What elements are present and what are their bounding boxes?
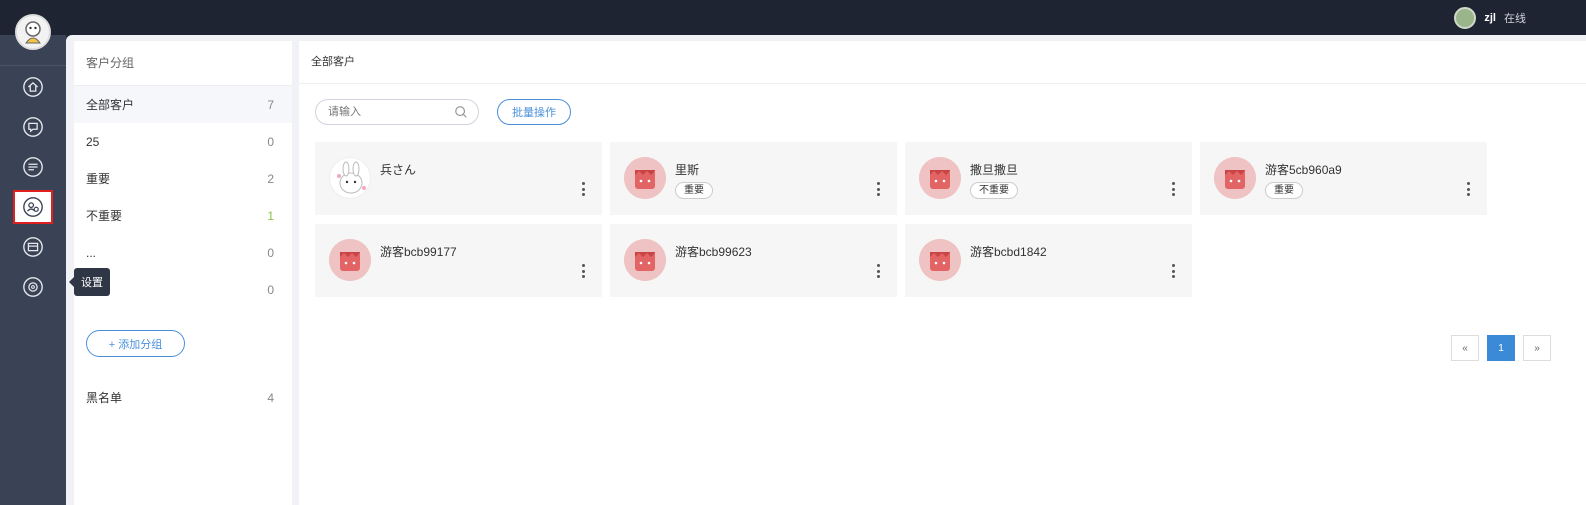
- settings-icon: [23, 277, 43, 297]
- group-count: 4: [267, 390, 274, 405]
- customer-name: 兵さん: [380, 163, 417, 177]
- customer-card[interactable]: 兵さん: [315, 142, 602, 215]
- sidebar-item-settings[interactable]: [0, 267, 66, 307]
- user-area[interactable]: zjl 在线: [1454, 7, 1526, 29]
- user-name: zjl: [1484, 12, 1496, 24]
- group-count: 0: [267, 245, 274, 260]
- content-title: 全部客户: [299, 41, 1586, 84]
- customer-avatar: [1214, 157, 1256, 199]
- customer-card[interactable]: 游客bcbd1842: [905, 224, 1192, 297]
- group-label: 不重要: [86, 209, 123, 223]
- group-count: 2: [267, 171, 274, 186]
- more-options-icon[interactable]: [877, 182, 881, 196]
- customer-card[interactable]: 游客bcb99623: [610, 224, 897, 297]
- customer-name: 游客bcb99177: [380, 245, 457, 259]
- customer-list-panel: 全部客户 批量操作: [299, 41, 1586, 505]
- active-outline: [13, 190, 53, 224]
- sidebar-item-message[interactable]: [0, 147, 66, 187]
- customer-name: 撒旦撒旦: [970, 163, 1019, 177]
- chat-icon: [23, 117, 43, 137]
- group-count: 1: [267, 208, 274, 223]
- group-panel-title: 客户分组: [74, 41, 292, 86]
- customer-avatar: [624, 239, 666, 281]
- group-label: 25: [86, 134, 100, 149]
- sidebar: [0, 35, 66, 505]
- more-options-icon[interactable]: [1172, 264, 1176, 278]
- default-avatar-icon: [919, 239, 961, 281]
- group-label: 黑名单: [86, 391, 123, 405]
- add-group-button[interactable]: + 添加分组: [86, 330, 185, 357]
- pagination: « 1 »: [1443, 335, 1551, 361]
- customer-name: 游客bcbd1842: [970, 245, 1047, 259]
- group-count: 7: [267, 97, 274, 112]
- top-bar: zjl 在线: [0, 0, 1586, 35]
- message-icon: [23, 157, 43, 177]
- default-avatar-icon: [919, 157, 961, 199]
- group-item-blacklist[interactable]: 黑名单 4: [74, 379, 292, 416]
- batch-operation-button[interactable]: 批量操作: [497, 99, 571, 125]
- customer-card[interactable]: 游客bcb99177: [315, 224, 602, 297]
- search-icon[interactable]: [454, 105, 468, 119]
- default-avatar-icon: [624, 239, 666, 281]
- user-status: 在线: [1504, 13, 1526, 25]
- group-item-important[interactable]: 重要 2: [74, 160, 292, 197]
- sidebar-item-customers[interactable]: [0, 187, 66, 227]
- customer-avatar: [329, 239, 371, 281]
- prev-page-button[interactable]: «: [1451, 335, 1479, 361]
- app-logo: [15, 14, 51, 50]
- group-label: ...: [86, 245, 97, 260]
- customer-icon: [23, 197, 43, 217]
- customer-card[interactable]: 里斯 重要: [610, 142, 897, 215]
- group-count: 0: [267, 282, 274, 297]
- group-label: 重要: [86, 172, 111, 186]
- more-options-icon[interactable]: [877, 264, 881, 278]
- sidebar-item-chat[interactable]: [0, 107, 66, 147]
- cartoon-avatar-icon: [337, 161, 366, 194]
- customer-name: 里斯: [675, 163, 700, 177]
- page-button-current[interactable]: 1: [1487, 335, 1515, 361]
- group-label: 全部客户: [86, 98, 135, 112]
- toolbar: 批量操作: [315, 99, 571, 125]
- customer-avatar: [624, 157, 666, 199]
- next-page-button[interactable]: »: [1523, 335, 1551, 361]
- default-avatar-icon: [1214, 157, 1256, 199]
- customer-card[interactable]: 撒旦撒旦 不重要: [905, 142, 1192, 215]
- customer-tag: 不重要: [970, 182, 1018, 199]
- more-options-icon[interactable]: [1172, 182, 1176, 196]
- customer-avatar: [329, 157, 371, 199]
- group-item-4[interactable]: ... 0: [74, 234, 292, 271]
- customer-avatar: [919, 239, 961, 281]
- logo-icon: [25, 21, 41, 44]
- customer-name: 游客bcb99623: [675, 245, 752, 259]
- search-box: [315, 99, 479, 125]
- sidebar-divider: [0, 65, 66, 66]
- group-item-25[interactable]: 25 0: [74, 123, 292, 160]
- more-options-icon[interactable]: [1467, 182, 1471, 196]
- customer-avatar: [919, 157, 961, 199]
- search-input[interactable]: [316, 100, 446, 124]
- customer-card[interactable]: 游客5cb960a9 重要: [1200, 142, 1487, 215]
- customer-tag: 重要: [675, 182, 713, 199]
- customer-name: 游客5cb960a9: [1265, 163, 1342, 177]
- default-avatar-icon: [624, 157, 666, 199]
- group-item-all[interactable]: 全部客户 7: [74, 86, 292, 123]
- settings-tooltip: 设置: [69, 268, 110, 296]
- group-count: 0: [267, 134, 274, 149]
- default-avatar-icon: [329, 239, 371, 281]
- store-icon: [23, 237, 43, 257]
- main-area: 客户分组 全部客户 7 25 0 重要 2 不重要 1 ... 0 0 + 添加…: [66, 35, 1586, 505]
- sidebar-item-home[interactable]: [0, 67, 66, 107]
- home-icon: [23, 77, 43, 97]
- sidebar-item-store[interactable]: [0, 227, 66, 267]
- customer-tag: 重要: [1265, 182, 1303, 199]
- more-options-icon[interactable]: [582, 264, 586, 278]
- group-item-unimportant[interactable]: 不重要 1: [74, 197, 292, 234]
- user-avatar[interactable]: [1454, 7, 1477, 29]
- more-options-icon[interactable]: [582, 182, 586, 196]
